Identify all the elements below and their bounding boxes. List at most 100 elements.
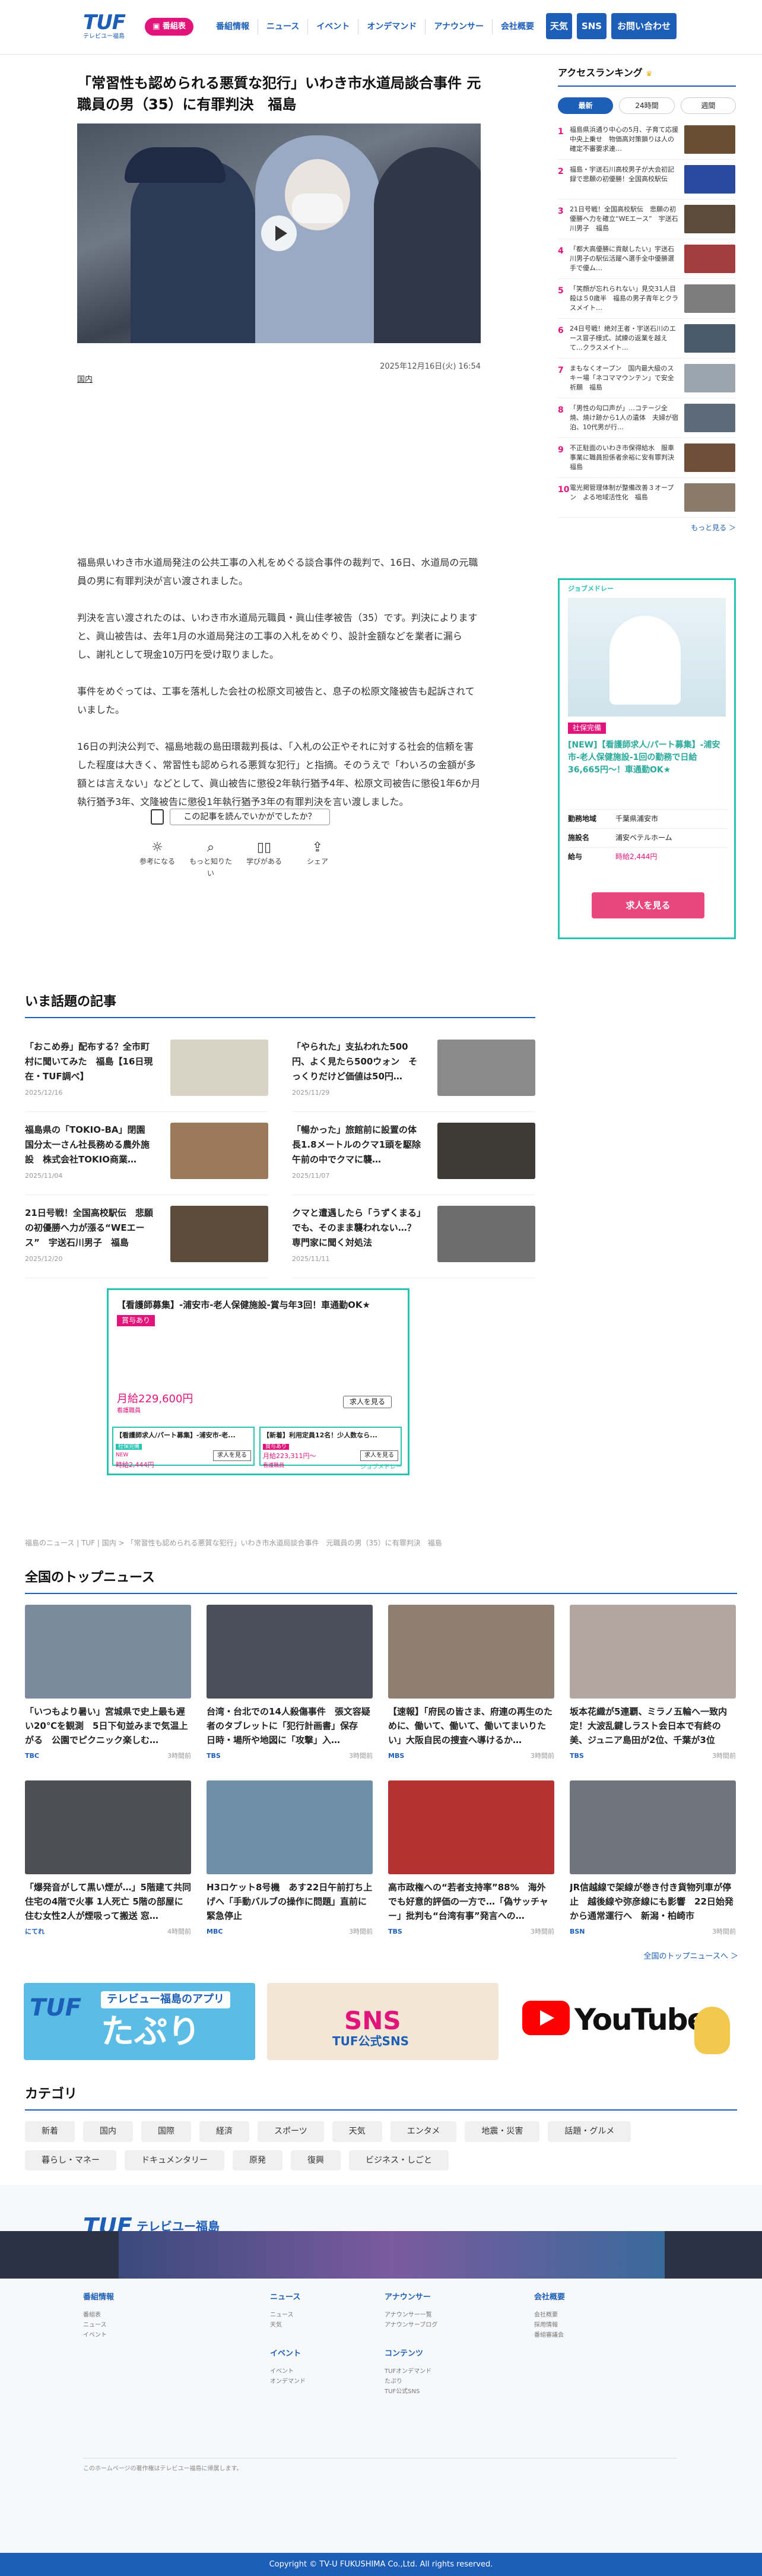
footer-link[interactable]: 番組審議会 <box>534 2330 565 2340</box>
category-button[interactable]: 新着 <box>25 2121 75 2142</box>
top-news-item[interactable]: H3ロケット8号機 あす22日午前打ち上げへ「手動バルブの操作に問題」直前に緊急… <box>207 1780 373 1937</box>
category-button[interactable]: 国内 <box>83 2121 133 2142</box>
category-button[interactable]: 地震・災害 <box>465 2121 540 2142</box>
footer-link[interactable]: ニュース <box>270 2310 306 2320</box>
ad-sub1-pay: 時給2,444円 <box>116 1460 154 1469</box>
footer-link[interactable]: 天気 <box>270 2320 306 2330</box>
ranking-more-link[interactable]: もっと見る ＞ <box>558 522 736 534</box>
footer-link[interactable]: TUFオンデマンド <box>385 2366 437 2377</box>
share-button[interactable]: ⇪ シェア <box>294 839 341 879</box>
feedback-more-label: もっと知りたい <box>189 857 232 877</box>
ad-apply-button[interactable]: 求人を見る <box>343 1396 392 1409</box>
category-button[interactable]: 原発 <box>233 2150 282 2171</box>
footer-link[interactable]: オンデマンド <box>270 2377 306 2387</box>
ranking-item[interactable]: 8 「男性の勾口声が」…コテージ全焼、焼け跡から1人の遺体 夫婦が宿泊、10代男が… <box>558 398 736 438</box>
category-button[interactable]: 天気 <box>332 2121 382 2142</box>
top-news-item[interactable]: 高市政権への“若者支持率”88% 海外でも好意的評価の一方で…「偽サッチャー」批… <box>388 1780 554 1937</box>
footer-col-heading[interactable]: コンテンツ <box>385 2348 437 2360</box>
top-news-item[interactable]: 台湾・台北での14人殺傷事件 張文容疑者のタブレットに「犯行計画書」保存 日時・… <box>207 1605 373 1761</box>
top-news-item[interactable]: 「爆発音がして黒い煙が…」5階建て共同住宅の4階で火事 1人死亡 5階の部屋に住… <box>25 1780 191 1937</box>
ad-sub-card-1[interactable]: 【看護師求人/パート募集】-浦安市-老... 社保完備 NEW 時給2,444円… <box>112 1427 255 1469</box>
app-banner[interactable]: TUF テレビュー福島のアプリ たぷり <box>24 1983 255 2060</box>
contact-button[interactable]: お問い合わせ <box>611 13 677 39</box>
ranking-item[interactable]: 10 電光掲管理体制が整備改善３オープン よる地域活性化 福島 <box>558 478 736 518</box>
nav-company[interactable]: 会社概要 <box>492 19 542 34</box>
top-news-item[interactable]: 「いつもより暑い」宮城県で史上最も遅い20℃を観測 5日下旬並みまで気温上がる … <box>25 1605 191 1761</box>
ranking-number: 2 <box>558 166 564 176</box>
footer-col-heading[interactable]: イベント <box>270 2348 306 2360</box>
footer-link[interactable]: イベント <box>270 2366 306 2377</box>
job-ad-sidebar[interactable]: ジョブメドレー 社保完備 [NEW]【看護師求人/パート募集】-浦安市-老人保健… <box>558 578 736 939</box>
nav-events[interactable]: イベント <box>307 19 358 34</box>
tab-24h[interactable]: 24時間 <box>619 97 675 114</box>
ranking-item[interactable]: 9 不正駐面のいわき市保得給水 服車事業に職員担係者余裕に安有罪判決 福島 <box>558 438 736 478</box>
footer-link[interactable]: 会社概要 <box>534 2310 565 2320</box>
trending-item[interactable]: 福島県の「TOKIO-BA」閉園 国分太一さん社長務める農外施設 株式会社TOK… <box>25 1112 268 1196</box>
footer-link[interactable]: アナウンサーブログ <box>385 2320 437 2330</box>
sns-button[interactable]: SNS <box>577 13 607 39</box>
category-button[interactable]: 国際 <box>141 2121 191 2142</box>
footer-link[interactable]: 番組表 <box>83 2310 114 2320</box>
trending-item[interactable]: 「やられた」支払われた500円、よく見たら500ウォン そっくりだけど価値は50… <box>292 1029 535 1113</box>
category-button[interactable]: 経済 <box>199 2121 249 2142</box>
feedback-more-button[interactable]: ⌕ もっと知りたい <box>187 839 234 879</box>
ranking-item[interactable]: 5 「笑顔が忘れられない」見交31人目殺は５0歳半 福島の男子青年とクラスメイト… <box>558 279 736 319</box>
top-news-item[interactable]: 坂本花織が5連覇、ミラノ五輪へ一致内定！大波乱鍵しラスト会日本で有終の美、ジュニ… <box>570 1605 736 1761</box>
trending-item[interactable]: 21日号戦！全国高校駅伝 悲願の初優勝へ力が漲る“WEエース” 宇送石川男子 福… <box>25 1195 268 1279</box>
category-button[interactable]: スポーツ <box>258 2121 324 2142</box>
top-news-item[interactable]: 【速報】「府民の皆さま、府連の再生のために、働いて、働いて、働いてまいりたい」大… <box>388 1605 554 1761</box>
category-button[interactable]: 復興 <box>291 2150 341 2171</box>
top-news-item[interactable]: JR信越線で架線が巻き付き貨物列車が停止 越後線や弥彦線にも影響 22日始発から… <box>570 1780 736 1937</box>
tab-weekly[interactable]: 週間 <box>680 97 736 114</box>
category-button[interactable]: ドキュメンタリー <box>125 2150 224 2171</box>
schedule-button[interactable]: ▣ 番組表 <box>145 18 193 36</box>
feedback-helpful-button[interactable]: ☼ 参考になる <box>134 839 181 879</box>
ranking-item[interactable]: 2 福島・宇送石川高校男子が大会初記録で悲願の初優勝！全国高校駅伝 <box>558 160 736 199</box>
footer-link[interactable]: たぷり <box>385 2377 437 2387</box>
footer-link[interactable]: ニュース <box>83 2320 114 2330</box>
nav-ondemand[interactable]: オンデマンド <box>358 19 425 34</box>
category-button[interactable]: ビジネス・しごと <box>349 2150 449 2171</box>
footer-link[interactable]: TUF公式SNS <box>385 2387 437 2397</box>
footer-col-heading[interactable]: 会社概要 <box>534 2292 565 2304</box>
site-logo[interactable]: TUF テレビユー福島 <box>83 12 136 43</box>
nav-announcers[interactable]: アナウンサー <box>425 19 492 34</box>
side-ad-apply-button[interactable]: 求人を見る <box>592 892 704 918</box>
play-icon[interactable] <box>261 216 297 251</box>
footer-banner-strip[interactable] <box>0 2231 762 2279</box>
ranking-item[interactable]: 3 21日号戦！全国高校駅伝 悲願の初優勝へ力を確立“WEエース” 宇送石川男子 … <box>558 199 736 239</box>
ranking-item[interactable]: 4 「都大高優勝に貢献したい」宇送石川男子の駅伝活躍へ選手全中優勝選手で優ム… <box>558 239 736 279</box>
article-category-tag[interactable]: 国内 <box>77 374 93 386</box>
youtube-banner[interactable]: YouTube <box>510 1983 742 2060</box>
top-news-more-link[interactable]: 全国のトップニュースへ ＞ <box>644 1951 738 1963</box>
ad-sub2-button[interactable]: 求人を見る <box>360 1450 398 1461</box>
footer-col-heading[interactable]: 番組情報 <box>83 2292 114 2304</box>
category-button[interactable]: エンタメ <box>390 2121 457 2142</box>
footer-link[interactable]: 採用情報 <box>534 2320 565 2330</box>
top-news-source: TBC <box>25 1752 39 1760</box>
trending-item[interactable]: 「暢かった」旅館前に設置の体長1.8メートルのクマ1頭を駆除 午前の中でクマに襲… <box>292 1112 535 1196</box>
article-video[interactable] <box>77 123 481 343</box>
ranking-item[interactable]: 7 まもなくオープン 国内最大級のスキー場「ネコママウンテン」で安全祈願 福島 <box>558 359 736 398</box>
footer-link[interactable]: アナウンサー一覧 <box>385 2310 437 2320</box>
trending-item[interactable]: クマと遭遇したら「うずくまる」でも、そのまま襲われない…？専門家に聞く対処法 20… <box>292 1195 535 1279</box>
ranking-item[interactable]: 1 福島県浜通り中心の5月、子育て応援中央上乗せ 物価高対策鎖りは人の確定不審要求… <box>558 120 736 160</box>
footer-col-heading[interactable]: ニュース <box>270 2292 306 2304</box>
tab-latest[interactable]: 最新 <box>558 97 614 114</box>
job-ad-inline[interactable]: 【看護師募集】-浦安市-老人保健施設-賞与年3回！車通勤OK★ 賞与あり 月給2… <box>107 1288 409 1475</box>
feedback-learn-button[interactable]: ▯▯ 学びがある <box>240 839 288 879</box>
category-button[interactable]: 暮らし・マネー <box>25 2150 116 2171</box>
side-ad-loc: 千葉県浦安市 <box>615 815 659 823</box>
sns-banner[interactable]: SNS TUF公式SNS <box>267 1983 499 2060</box>
footer-link[interactable]: イベント <box>83 2330 114 2340</box>
ad-sub1-button[interactable]: 求人を見る <box>213 1450 251 1461</box>
breadcrumb[interactable]: 福島のニュース | TUF | 国内 > 「常習性も認められる悪質な犯行」いわき… <box>25 1538 442 1549</box>
ranking-item[interactable]: 6 24日号戦！絶対王者・宇送石川のエース冒子様式、試練の返業を越えて…クラスメイ… <box>558 319 736 359</box>
footer-col-heading[interactable]: アナウンサー <box>385 2292 437 2304</box>
ad-sub-card-2[interactable]: 【新着】利用定員12名！少人数なら... 賞与あり 月給223,311円～ 看護… <box>259 1427 402 1469</box>
nav-programs[interactable]: 番組情報 <box>208 19 258 34</box>
trending-item[interactable]: 「おこめ券」配布する？全市町村に聞いてみた 福島【16日現在・TUF調べ】 202… <box>25 1029 268 1113</box>
category-button[interactable]: 話題・グルメ <box>548 2121 631 2142</box>
nav-news[interactable]: ニュース <box>258 19 307 34</box>
weather-button[interactable]: 天気 <box>546 13 572 39</box>
